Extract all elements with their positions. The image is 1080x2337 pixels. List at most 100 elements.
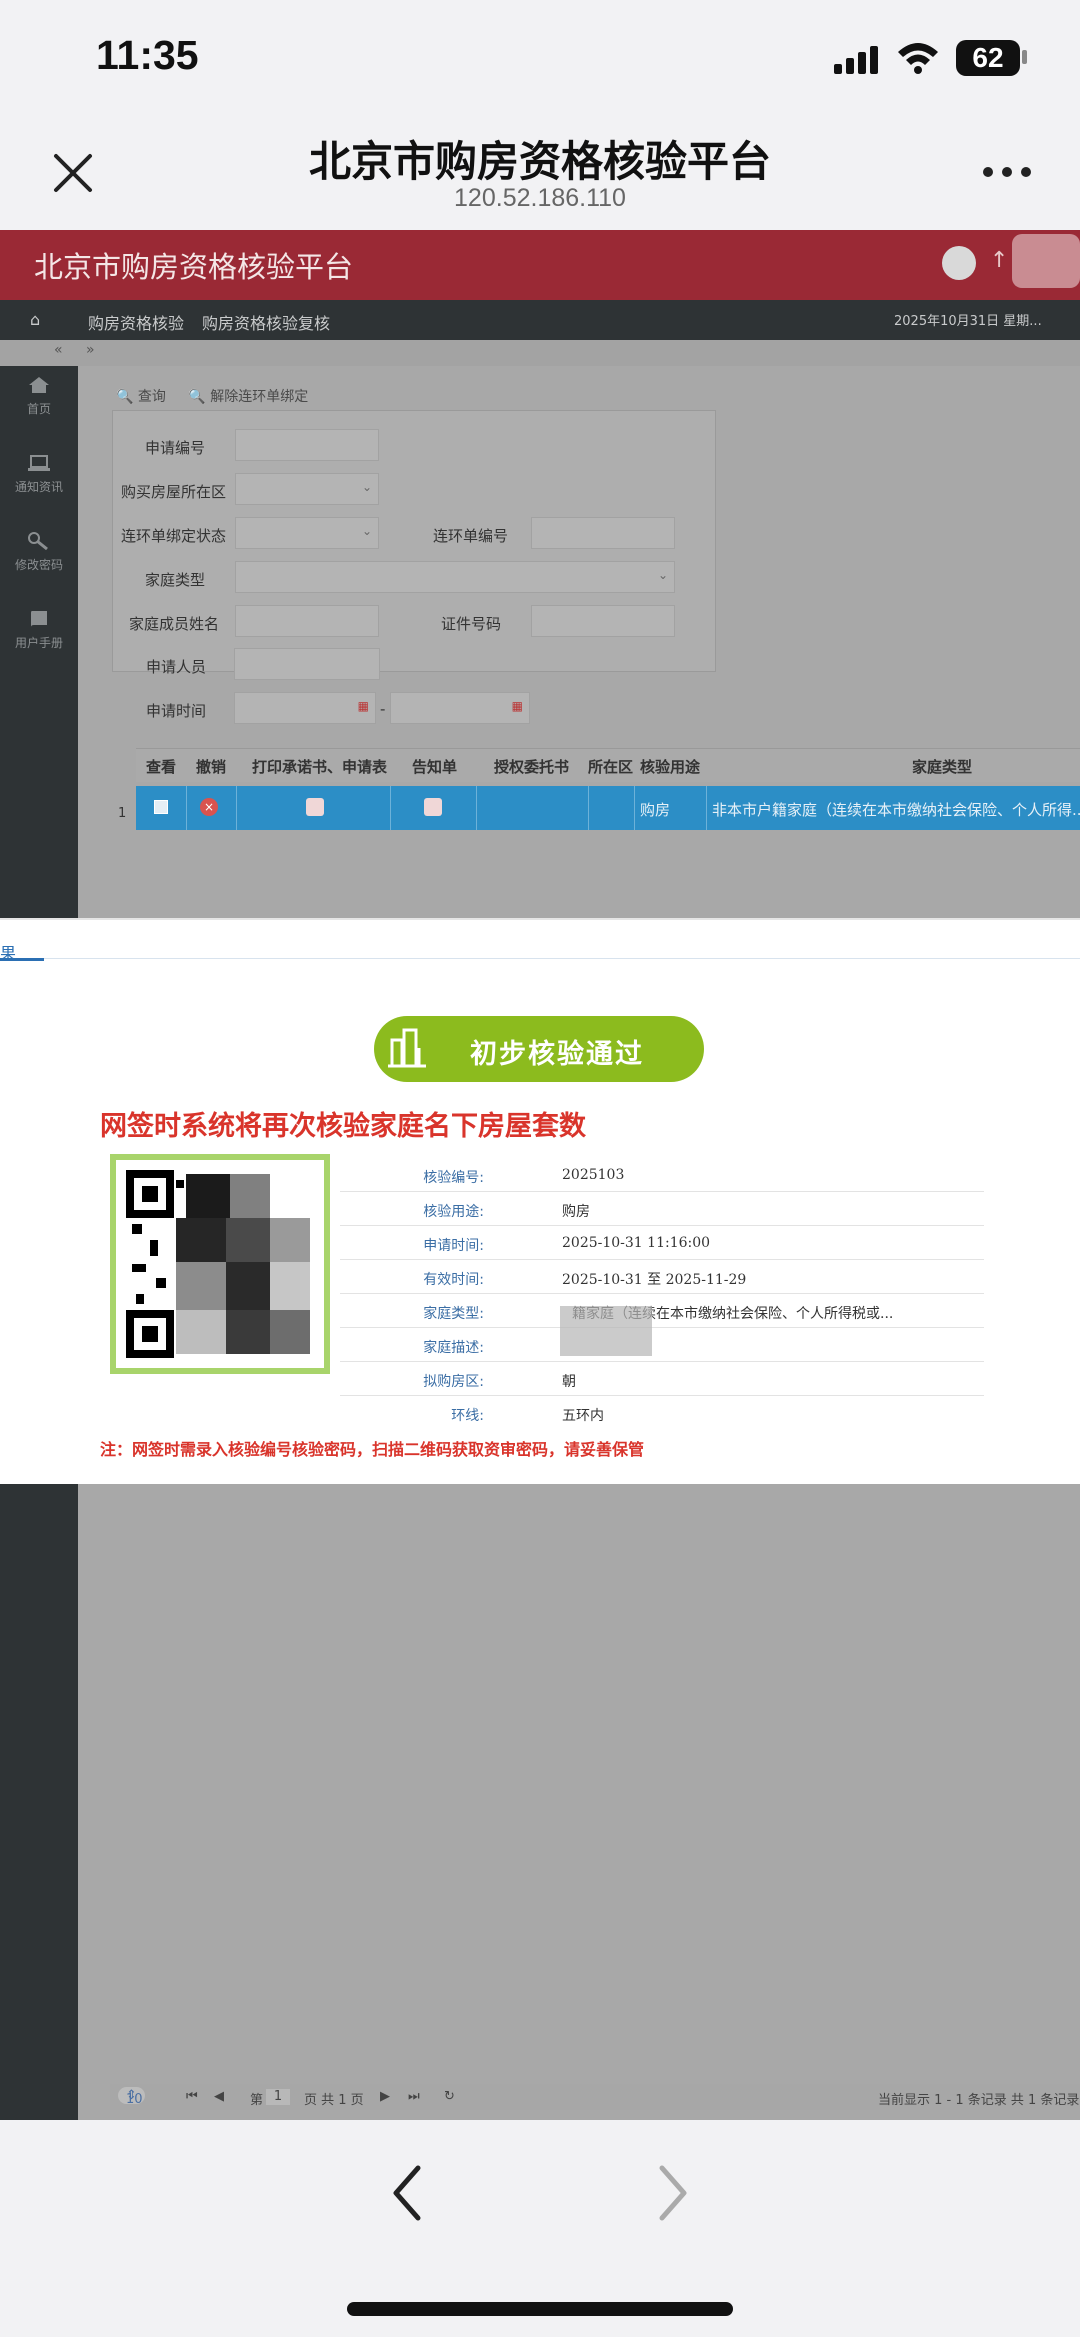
menu-item-verify[interactable]: 购房资格核验 bbox=[88, 310, 184, 334]
cell-divider bbox=[706, 786, 707, 830]
view-icon[interactable] bbox=[154, 800, 168, 814]
apply-time-end-input[interactable]: ▦ bbox=[390, 692, 530, 724]
verification-passed-label: 初步核验通过 bbox=[470, 1039, 644, 1070]
id-no-input[interactable] bbox=[531, 605, 675, 637]
grid-header-revoke: 撤销 bbox=[196, 758, 227, 776]
verification-passed-badge: 初步核验通过 bbox=[374, 1016, 704, 1082]
qr-code-image bbox=[126, 1170, 310, 1358]
chevron-down-icon: ⌄ bbox=[361, 480, 372, 494]
page-size-select[interactable]: 10 ⇕ bbox=[118, 2087, 145, 2107]
forward-icon[interactable] bbox=[652, 2160, 692, 2226]
note-text: 注：网签时需录入核验编号核验密码，扫描二维码获取资审密码，请妥善保管 bbox=[100, 1440, 645, 1459]
sidebar-item-home[interactable]: 首页 bbox=[0, 376, 78, 417]
search-form: 申请编号 购买房屋所在区 ⌄ 连环单绑定状态 ⌄ 连环单编号 家庭类型 ⌄ 家庭… bbox=[112, 410, 716, 672]
info-key: 核验用途: bbox=[423, 1204, 484, 1220]
sidebar-item-manual[interactable]: 用户手册 bbox=[0, 610, 78, 651]
home-icon bbox=[29, 377, 49, 393]
more-options-icon[interactable] bbox=[982, 166, 1032, 178]
browser-bottom-bar bbox=[0, 2120, 1080, 2337]
grid-header-notice: 告知单 bbox=[412, 758, 458, 776]
apply-time-start-input[interactable]: ▦ bbox=[234, 692, 376, 724]
info-value: 2025-10-31 至 2025-11-29 bbox=[562, 1272, 747, 1288]
row-index: 1 bbox=[118, 806, 127, 821]
back-icon[interactable] bbox=[388, 2160, 428, 2226]
grid-header-authorization: 授权委托书 bbox=[494, 758, 570, 776]
label-district: 购买房屋所在区 bbox=[121, 483, 227, 501]
cell-divider bbox=[390, 786, 391, 830]
chevron-down-icon: ⌄ bbox=[657, 568, 668, 582]
info-key: 核验编号: bbox=[423, 1170, 484, 1186]
sidebar-item-news[interactable]: 通知资讯 bbox=[0, 454, 78, 495]
family-type-select[interactable]: ⌄ bbox=[235, 561, 675, 593]
bind-status-select[interactable]: ⌄ bbox=[235, 517, 379, 549]
query-label: 查询 bbox=[137, 389, 166, 405]
avatar[interactable] bbox=[942, 246, 976, 280]
grid-header-view: 查看 bbox=[146, 758, 177, 776]
info-row-apply-time: 申请时间: 2025-10-31 11:16:00 bbox=[340, 1226, 984, 1260]
calendar-icon: ▦ bbox=[511, 699, 523, 713]
label-apply-time: 申请时间 bbox=[146, 702, 207, 720]
table-row[interactable]: × 购房 非本市户籍家庭（连续在本市缴纳社会保险、个人所得... bbox=[136, 786, 1080, 830]
record-summary: 当前显示 1 - 1 条记录 共 1 条记录 bbox=[878, 2093, 1080, 2108]
sidebar-item-label: 用户手册 bbox=[14, 636, 63, 650]
application-no-input[interactable] bbox=[235, 429, 379, 461]
menu-item-review[interactable]: 购房资格核验复核 bbox=[202, 310, 330, 334]
member-name-input[interactable] bbox=[235, 605, 379, 637]
cell-divider bbox=[236, 786, 237, 830]
grid-header-print: 打印承诺书、申请表 bbox=[252, 758, 388, 776]
tab-underline bbox=[0, 958, 44, 961]
label-id-no: 证件号码 bbox=[441, 615, 502, 633]
building-icon bbox=[388, 1028, 426, 1068]
cell-divider bbox=[588, 786, 589, 830]
tab-divider bbox=[0, 958, 1080, 959]
info-row-family-type: 家庭类型: 籍家庭（连续在本市缴纳社会保险、个人所得税或... bbox=[340, 1294, 984, 1328]
label-chain-no: 连环单编号 bbox=[433, 527, 509, 545]
unbind-label: 解除连环单绑定 bbox=[210, 389, 309, 405]
pagination-bar: 10 ⇕ ⏮ ◀ 第 1 页 共 1 页 ▶ ⏭ ↻ 当前显示 1 - 1 条记… bbox=[110, 2084, 1080, 2110]
label-application-no: 申请编号 bbox=[145, 439, 206, 457]
menu-home-icon[interactable]: ⌂ bbox=[30, 310, 40, 329]
district-select[interactable]: ⌄ bbox=[235, 473, 379, 505]
pixelated-region bbox=[560, 1306, 652, 1356]
cell-divider bbox=[476, 786, 477, 830]
result-card: 果 初步核验通过 网签时系统将再次核验家庭名下房屋套数 核验编号: 202510… bbox=[0, 918, 1080, 1484]
first-page-icon[interactable]: ⏮ bbox=[186, 2089, 198, 2104]
row-family-type: 非本市户籍家庭（连续在本市缴纳社会保险、个人所得... bbox=[712, 801, 1080, 819]
info-key: 有效时间: bbox=[423, 1272, 484, 1288]
query-button[interactable]: 🔍 查询 bbox=[116, 389, 166, 405]
collapse-left-icon[interactable]: « bbox=[54, 342, 63, 358]
info-value: 购房 bbox=[562, 1204, 590, 1220]
browser-header: 北京市购房资格核验平台 120.52.186.110 bbox=[0, 118, 1080, 230]
info-row-usage: 核验用途: 购房 bbox=[340, 1192, 984, 1226]
notice-print-icon[interactable] bbox=[424, 798, 442, 816]
prev-page-icon[interactable]: ◀ bbox=[214, 2089, 224, 2104]
sidebar-item-password[interactable]: 修改密码 bbox=[0, 532, 78, 573]
applicant-input[interactable] bbox=[234, 648, 380, 680]
revoke-icon[interactable]: × bbox=[200, 798, 218, 816]
chain-no-input[interactable] bbox=[531, 517, 675, 549]
qr-code bbox=[110, 1154, 330, 1374]
page-number-input[interactable]: 1 bbox=[266, 2089, 290, 2105]
blurred-region bbox=[1012, 234, 1080, 288]
info-key: 申请时间: bbox=[423, 1238, 484, 1254]
unbind-button[interactable]: 🔍 解除连环单绑定 bbox=[188, 389, 308, 405]
refresh-icon[interactable]: ↻ bbox=[444, 2089, 455, 2104]
next-page-icon[interactable]: ▶ bbox=[380, 2089, 390, 2104]
toolbar: 🔍 查询 🔍 解除连环单绑定 bbox=[116, 386, 308, 406]
info-row-district: 拟购房区: 朝 bbox=[340, 1362, 984, 1396]
status-time: 11:35 bbox=[96, 32, 199, 78]
collapse-right-icon[interactable]: » bbox=[86, 342, 95, 358]
warning-text: 网签时系统将再次核验家庭名下房屋套数 bbox=[100, 1111, 586, 1142]
info-row-family-desc: 家庭描述: bbox=[340, 1328, 984, 1362]
label-bind-status: 连环单绑定状态 bbox=[121, 527, 227, 545]
page-prefix: 第 bbox=[250, 2093, 264, 2108]
info-value: 2025103 bbox=[562, 1167, 625, 1183]
laptop-icon bbox=[28, 455, 50, 471]
sidebar-item-label: 修改密码 bbox=[14, 558, 63, 572]
info-key: 家庭类型: bbox=[423, 1306, 484, 1322]
info-key: 环线: bbox=[451, 1408, 484, 1424]
cellular-signal-icon bbox=[834, 46, 878, 74]
last-page-icon[interactable]: ⏭ bbox=[408, 2089, 420, 2104]
print-icon[interactable] bbox=[306, 798, 324, 816]
info-key: 拟购房区: bbox=[423, 1374, 484, 1390]
